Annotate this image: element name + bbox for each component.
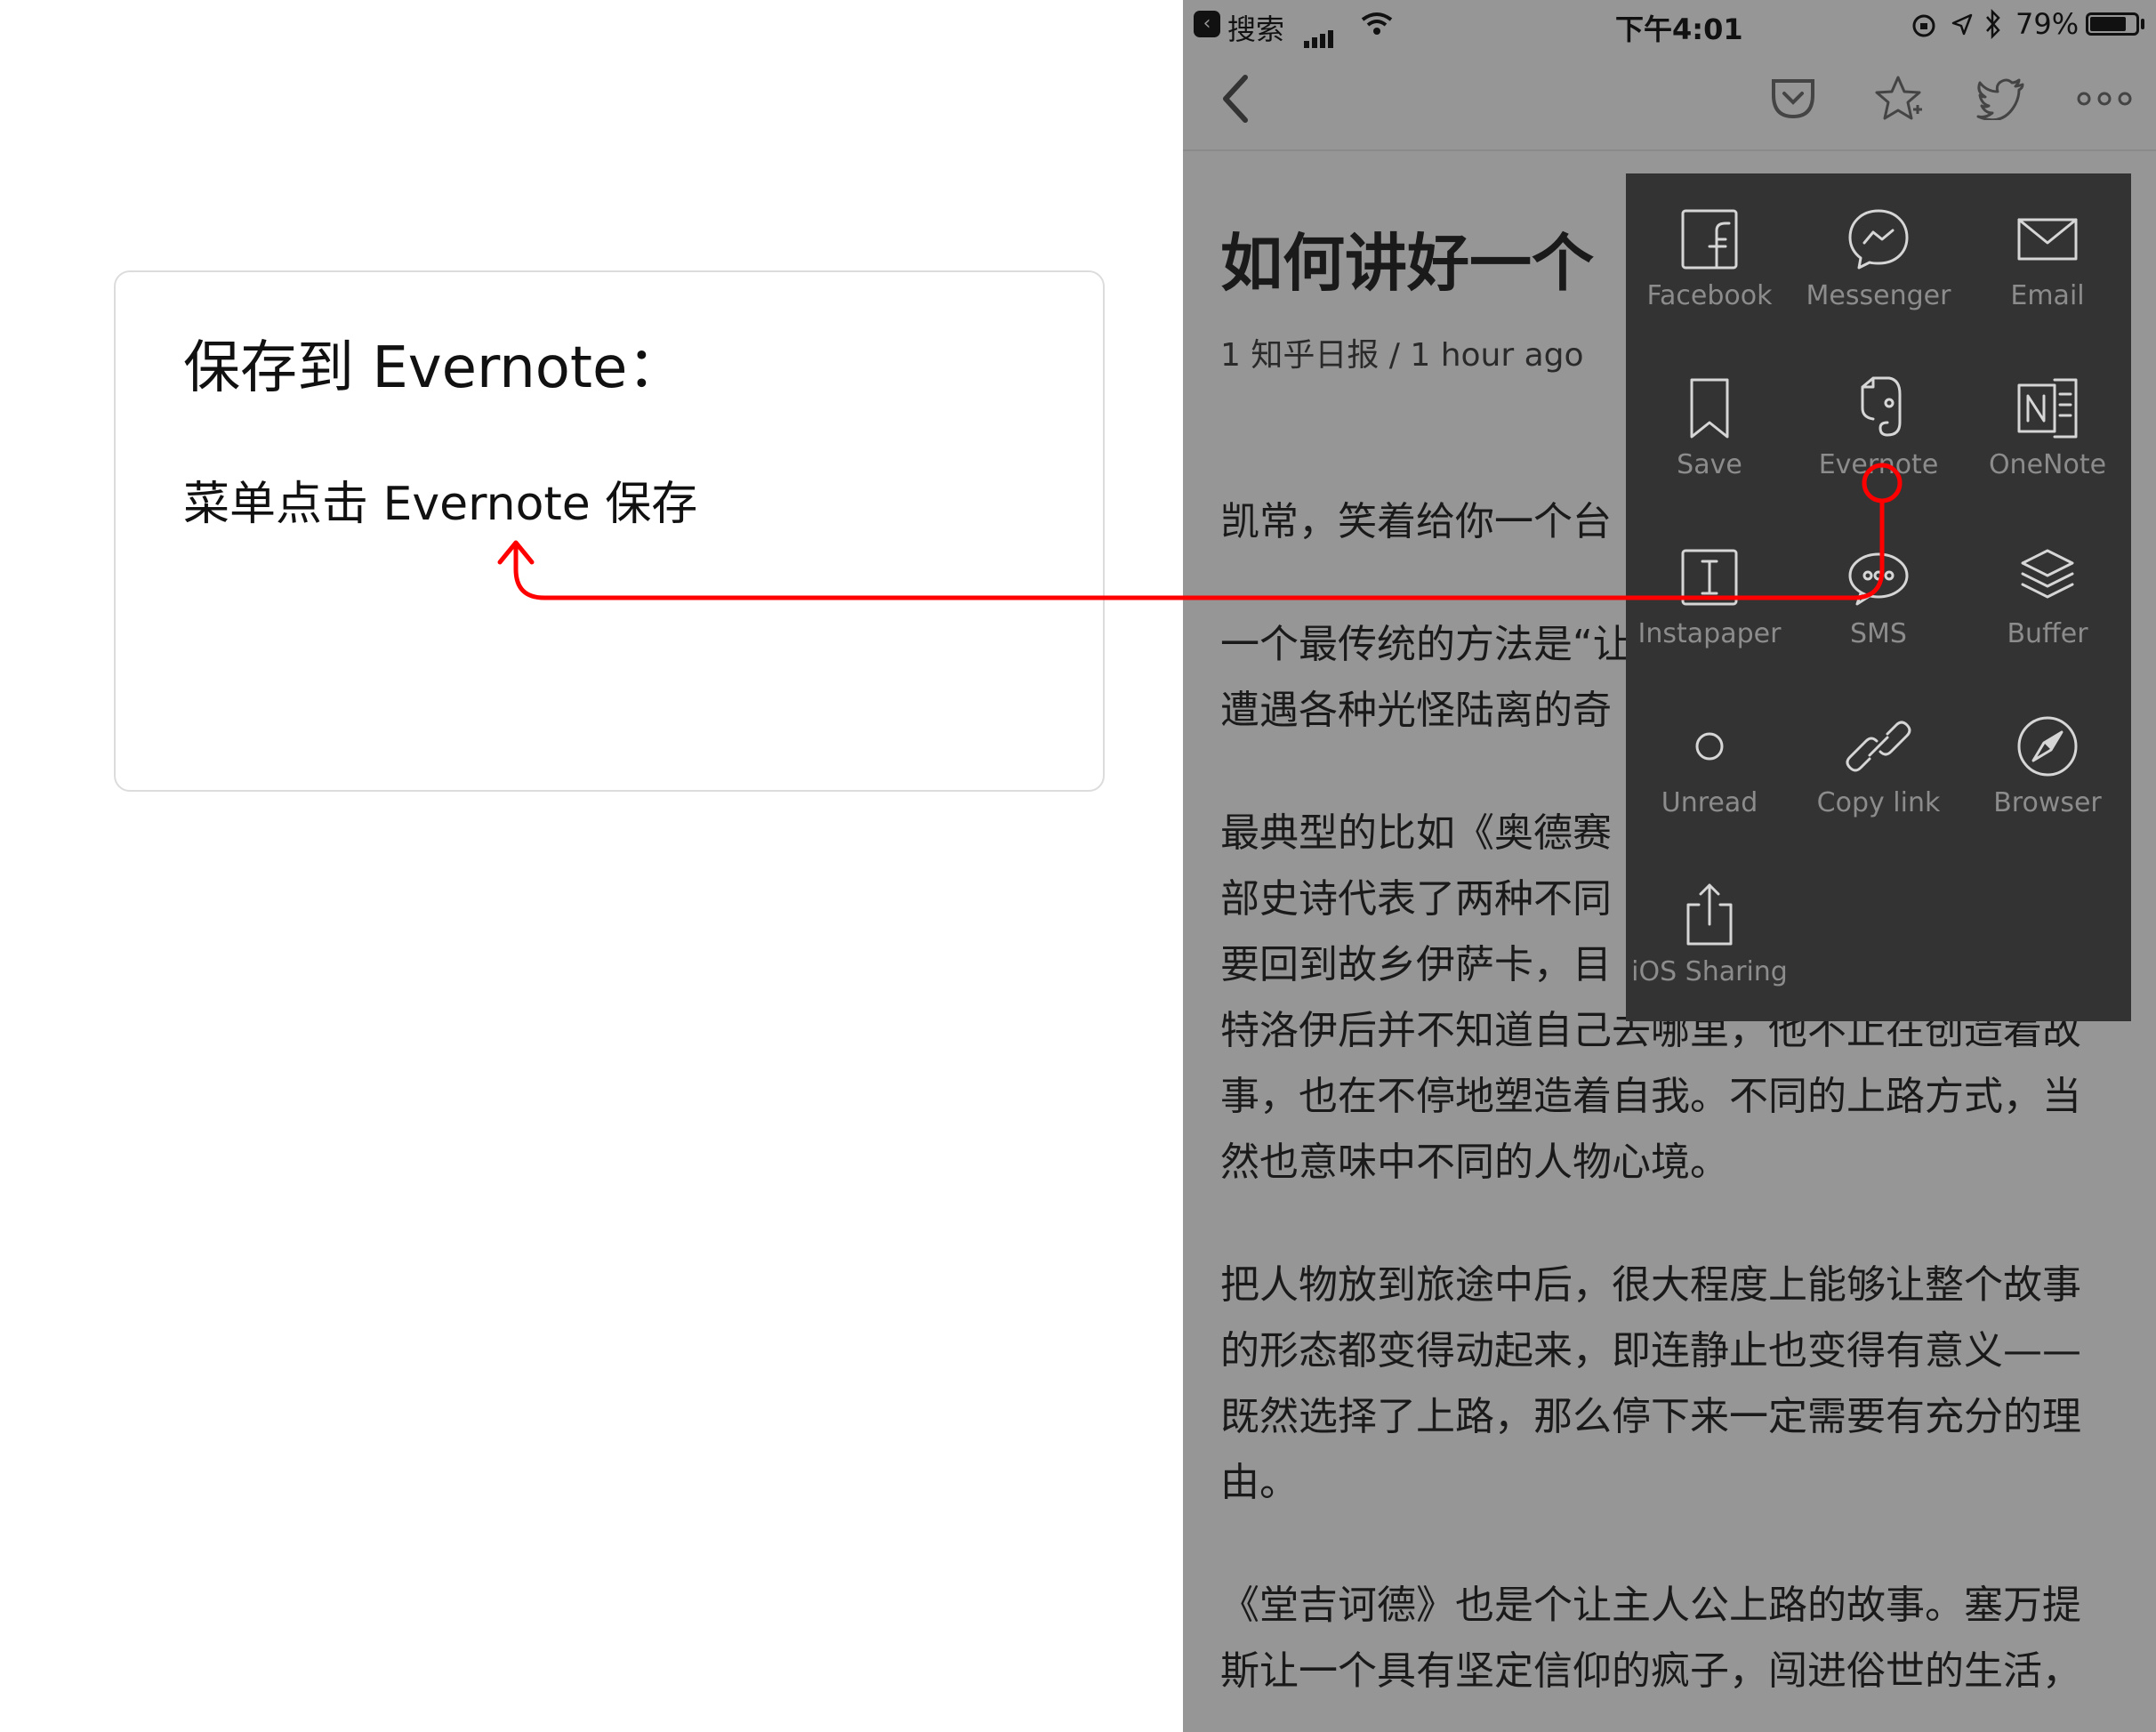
back-app-icon[interactable]: ‹: [1194, 11, 1220, 37]
share-menu: Facebook Messenger Email Save Evernote OneNot…: [1626, 173, 2131, 1021]
messenger-icon: [1843, 204, 1914, 275]
onenote-icon: [2012, 373, 2083, 444]
share-item-facebook[interactable]: Facebook: [1625, 173, 1794, 342]
share-item-label: Copy link: [1816, 787, 1941, 818]
share-item-onenote[interactable]: OneNote: [1963, 342, 2132, 512]
signal-icon: [1304, 14, 1336, 48]
chevron-left-icon: [1223, 75, 1248, 123]
share-item-label: SMS: [1850, 618, 1907, 649]
back-button[interactable]: [1201, 68, 1272, 130]
share-item-label: Evernote: [1818, 449, 1939, 480]
share-item-label: Facebook: [1646, 280, 1773, 311]
wifi-icon: [1361, 12, 1393, 35]
favorite-button[interactable]: [1862, 68, 1934, 130]
share-item-messenger[interactable]: Messenger: [1794, 173, 1963, 342]
pocket-button[interactable]: [1758, 68, 1829, 130]
share-item-label: Save: [1677, 449, 1742, 480]
back-app-label[interactable]: 搜索: [1227, 7, 1284, 48]
share-item-label: Instapaper: [1637, 618, 1782, 649]
share-item-sms[interactable]: SMS: [1794, 512, 1963, 681]
share-item-label: Messenger: [1806, 280, 1951, 311]
annotation-card: 保存到 Evernote： 菜单点击 Evernote 保存: [114, 270, 1105, 792]
share-item-label: iOS Sharing: [1631, 956, 1788, 987]
share-item-ios-sharing[interactable]: iOS Sharing: [1625, 850, 1794, 1019]
share-item-label: Email: [2010, 280, 2085, 311]
article-toolbar: [1183, 50, 2156, 151]
link-icon: [1843, 711, 1914, 782]
battery-icon: [2086, 12, 2139, 36]
pocket-icon: [1772, 79, 1814, 119]
annotation-title: 保存到 Evernote：: [183, 335, 685, 401]
instapaper-icon: [1674, 542, 1745, 613]
share-item-browser[interactable]: Browser: [1963, 681, 2132, 850]
orientation-lock-icon: [1912, 14, 1935, 37]
share-item-save[interactable]: Save: [1625, 342, 1794, 512]
more-icon: [2077, 92, 2132, 106]
article-meta: 1 知乎日报 / 1 hour ago: [1220, 337, 1584, 374]
annotation-step: 菜单点击 Evernote 保存: [183, 478, 698, 531]
sms-icon: [1843, 542, 1914, 613]
status-bar: ‹ 搜索 下午4:01 79%: [1183, 0, 2156, 50]
status-time: 下午4:01: [1615, 12, 1743, 46]
share-item-email[interactable]: Email: [1963, 173, 2132, 342]
email-icon: [2012, 204, 2083, 275]
share-item-label: Browser: [1993, 787, 2102, 818]
article-paragraph: 把人物放到旅途中后，很大程度上能够让整个故事 的形态都变得动起来，即连静止也变得…: [1220, 1262, 2081, 1505]
battery-percent: 79%: [2015, 7, 2080, 41]
more-button[interactable]: [2069, 68, 2140, 130]
article-title: 如何讲好一个: [1220, 227, 1594, 300]
share-item-evernote[interactable]: Evernote: [1794, 342, 1963, 512]
share-item-instapaper[interactable]: Instapaper: [1625, 512, 1794, 681]
share-item-unread[interactable]: Unread: [1625, 681, 1794, 850]
circle-icon: [1674, 711, 1745, 782]
share-item-label: Buffer: [2007, 618, 2088, 649]
evernote-icon: [1843, 373, 1914, 444]
twitter-button[interactable]: [1966, 68, 2037, 130]
share-icon: [1674, 880, 1745, 951]
share-item-label: OneNote: [1988, 449, 2107, 480]
share-item-buffer[interactable]: Buffer: [1963, 512, 2132, 681]
bluetooth-icon: [1986, 9, 2000, 39]
bookmark-icon: [1674, 373, 1745, 444]
article-paragraph: 《堂吉诃德》也是个让主人公上路的故事。塞万提 斯让一个具有坚定信仰的疯子，闯进俗…: [1220, 1583, 2081, 1694]
compass-icon: [2012, 711, 2083, 782]
share-item-copy-link[interactable]: Copy link: [1794, 681, 1963, 850]
facebook-icon: [1674, 204, 1745, 275]
twitter-icon: [1976, 78, 2024, 120]
star-icon: [1875, 76, 1922, 120]
share-item-label: Unread: [1661, 787, 1758, 818]
location-icon: [1951, 13, 1973, 36]
buffer-icon: [2012, 542, 2083, 613]
